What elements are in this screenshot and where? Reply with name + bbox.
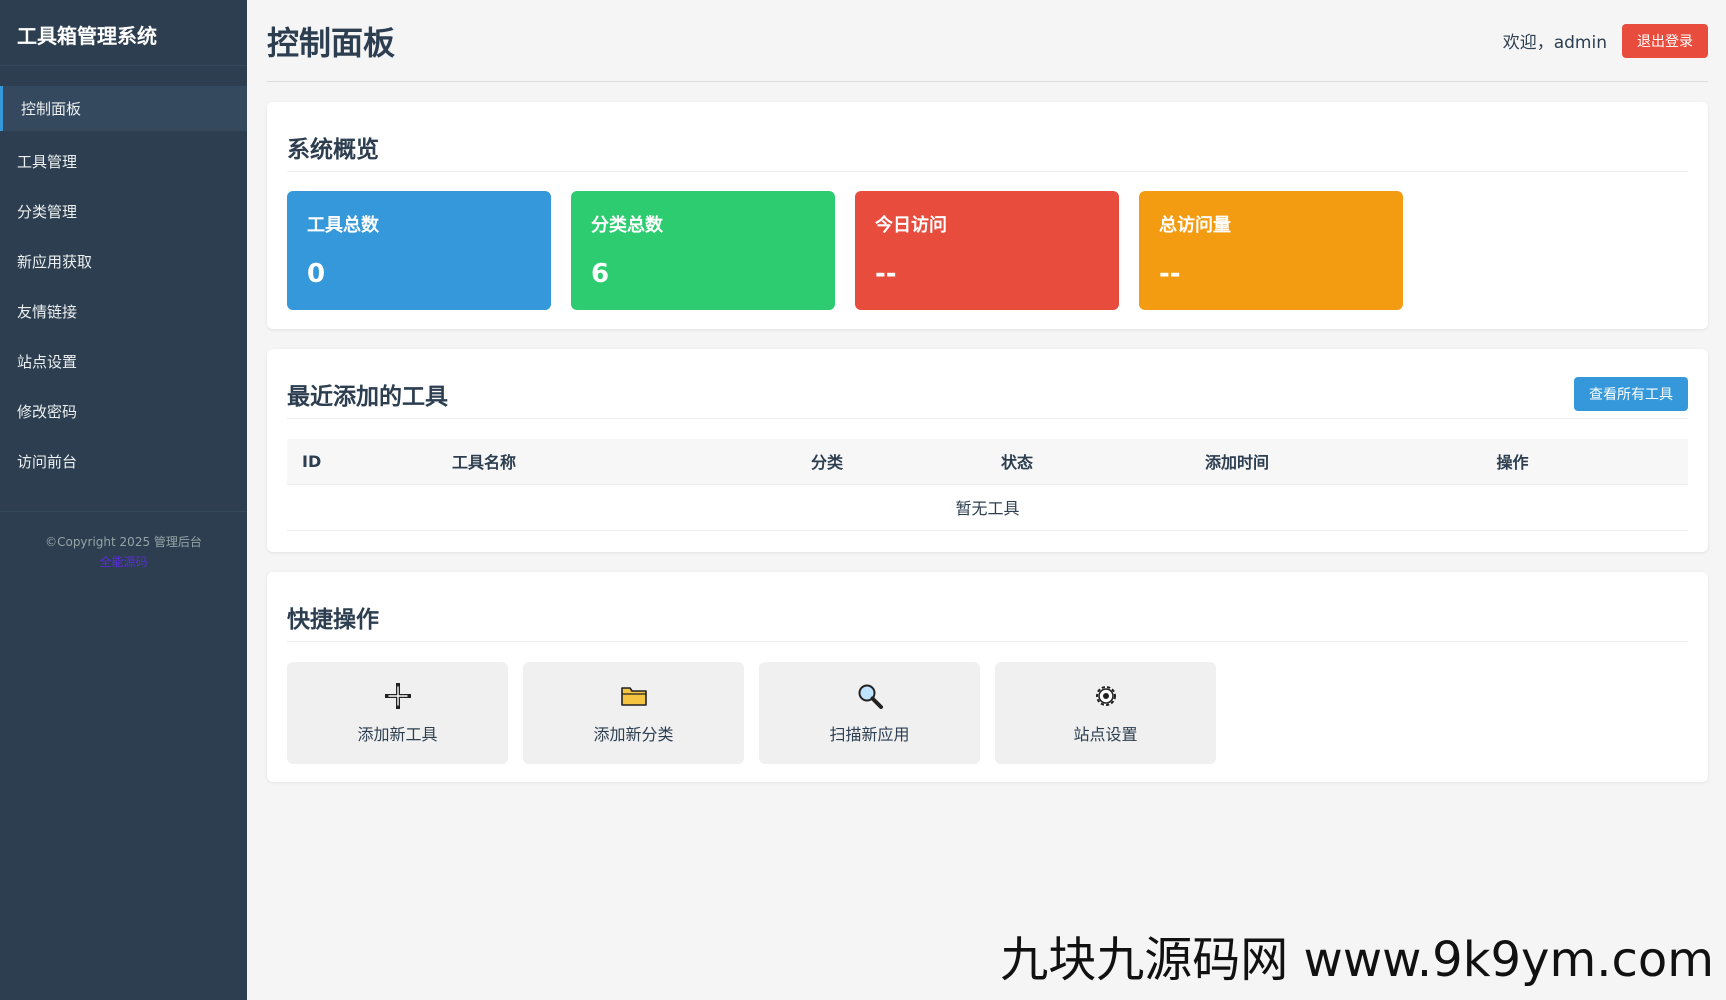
- quick-header: 快捷操作: [287, 592, 1688, 642]
- recent-header: 最近添加的工具 查看所有工具: [287, 369, 1688, 419]
- welcome-text: 欢迎，admin: [1502, 33, 1607, 53]
- sidebar-footer: ©Copyright 2025 管理后台 全能源码: [0, 511, 247, 572]
- column-header-category: 分类: [757, 439, 897, 485]
- stat-label: 分类总数: [591, 215, 663, 236]
- magnifier-icon: [855, 681, 885, 711]
- view-all-tools-button[interactable]: 查看所有工具: [1574, 376, 1688, 411]
- recent-tools-table: ID 工具名称 分类 状态 添加时间 操作 暂无工具: [287, 439, 1688, 531]
- stats-row: 工具总数 0 分类总数 6 今日访问 -- 总访问量 --: [287, 191, 1688, 310]
- table-row: 暂无工具: [287, 484, 1688, 531]
- main-content: 控制面板 欢迎，admin 退出登录 系统概览 工具总数 0 分类总数 6 今日…: [267, 0, 1708, 782]
- add-tool-action[interactable]: 添加新工具: [287, 662, 508, 764]
- sidebar-item-dashboard[interactable]: 控制面板: [0, 86, 247, 131]
- stat-card-categories: 分类总数 6: [571, 191, 835, 310]
- stat-value: --: [875, 259, 897, 289]
- page-title: 控制面板: [267, 23, 396, 62]
- overview-title: 系统概览: [287, 136, 379, 163]
- plus-icon: [383, 681, 413, 711]
- sidebar: 工具箱管理系统 控制面板 工具管理 分类管理 新应用获取 友情链接 站点设置 修…: [0, 0, 247, 1000]
- column-header-added-time: 添加时间: [1137, 439, 1337, 485]
- action-label: 站点设置: [1073, 725, 1138, 744]
- add-category-action[interactable]: 添加新分类: [523, 662, 744, 764]
- stat-card-today-visits: 今日访问 --: [855, 191, 1119, 310]
- column-header-actions: 操作: [1337, 439, 1688, 485]
- user-box: 欢迎，admin 退出登录: [1502, 23, 1708, 58]
- action-label: 添加新工具: [357, 725, 438, 744]
- folder-icon: [619, 681, 649, 711]
- scan-apps-action[interactable]: 扫描新应用: [759, 662, 980, 764]
- site-settings-action[interactable]: 站点设置: [995, 662, 1216, 764]
- sidebar-item-friend-links[interactable]: 友情链接: [0, 286, 247, 336]
- action-label: 添加新分类: [593, 725, 674, 744]
- footer-link[interactable]: 全能源码: [99, 555, 147, 569]
- recent-title: 最近添加的工具: [287, 383, 448, 410]
- sidebar-item-change-password[interactable]: 修改密码: [0, 386, 247, 436]
- action-label: 扫描新应用: [829, 725, 910, 744]
- empty-table-message: 暂无工具: [287, 484, 1688, 531]
- overview-header: 系统概览: [287, 122, 1688, 172]
- sidebar-item-site-settings[interactable]: 站点设置: [0, 336, 247, 386]
- topbar: 控制面板 欢迎，admin 退出登录: [267, 0, 1708, 82]
- gear-icon: [1091, 681, 1121, 711]
- watermark-text: 九块九源码网 www.9k9ym.com: [1000, 932, 1714, 988]
- stat-card-tools: 工具总数 0: [287, 191, 551, 310]
- sidebar-item-new-apps[interactable]: 新应用获取: [0, 236, 247, 286]
- sidebar-item-categories[interactable]: 分类管理: [0, 186, 247, 236]
- stat-value: 0: [307, 259, 326, 289]
- sidebar-nav: 控制面板 工具管理 分类管理 新应用获取 友情链接 站点设置 修改密码 访问前台: [0, 86, 247, 486]
- column-header-id: ID: [287, 439, 437, 485]
- quick-actions-card: 快捷操作 添加新工具 添加新分类 扫描新应用 站点设置: [267, 572, 1708, 782]
- stat-label: 今日访问: [875, 215, 947, 236]
- sidebar-item-visit-frontend[interactable]: 访问前台: [0, 436, 247, 486]
- copyright-text: ©Copyright 2025 管理后台: [45, 535, 202, 549]
- stat-value: --: [1159, 259, 1181, 289]
- quick-title: 快捷操作: [287, 606, 379, 633]
- sidebar-item-tools[interactable]: 工具管理: [0, 136, 247, 186]
- logout-button[interactable]: 退出登录: [1622, 23, 1708, 58]
- sidebar-brand: 工具箱管理系统: [0, 0, 247, 66]
- stat-value: 6: [591, 259, 610, 289]
- overview-card: 系统概览 工具总数 0 分类总数 6 今日访问 -- 总访问量 --: [267, 102, 1708, 329]
- column-header-status: 状态: [897, 439, 1137, 485]
- quick-actions-row: 添加新工具 添加新分类 扫描新应用 站点设置: [287, 662, 1688, 764]
- stat-label: 总访问量: [1159, 215, 1231, 236]
- stat-label: 工具总数: [307, 215, 379, 236]
- table-header-row: ID 工具名称 分类 状态 添加时间 操作: [287, 439, 1688, 485]
- stat-card-total-visits: 总访问量 --: [1139, 191, 1403, 310]
- recent-tools-card: 最近添加的工具 查看所有工具 ID 工具名称 分类 状态 添加时间 操作 暂无工…: [267, 349, 1708, 552]
- column-header-name: 工具名称: [437, 439, 757, 485]
